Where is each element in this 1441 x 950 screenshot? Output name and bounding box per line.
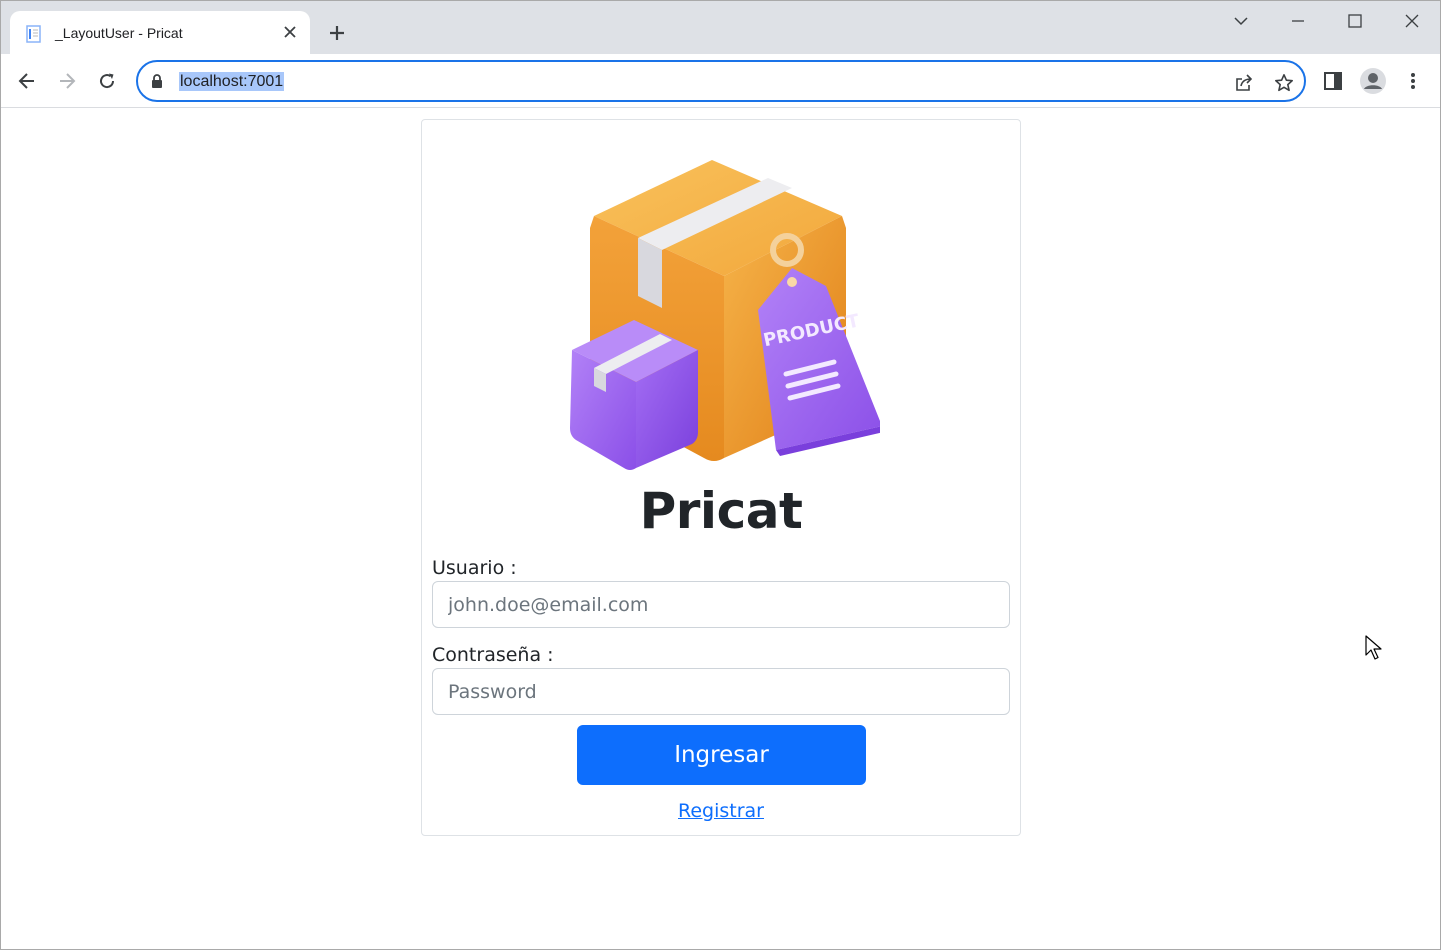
- browser-toolbar: localhost:7001: [1, 54, 1440, 108]
- username-label: Usuario :: [432, 557, 517, 579]
- lock-icon[interactable]: [151, 74, 163, 93]
- login-card: PRODUCT Pricat Usuario : Contraseña : In…: [421, 119, 1021, 836]
- tab-strip: _LayoutUser - Pricat: [1, 1, 1440, 54]
- minimize-icon[interactable]: [1283, 6, 1313, 36]
- close-icon[interactable]: [280, 22, 300, 42]
- plus-icon[interactable]: [322, 18, 352, 48]
- star-icon[interactable]: [1272, 71, 1296, 95]
- tab-title: _LayoutUser - Pricat: [55, 25, 183, 41]
- profile-icon[interactable]: [1356, 64, 1390, 98]
- kebab-menu-icon[interactable]: [1396, 64, 1430, 98]
- back-arrow-icon[interactable]: [10, 64, 44, 98]
- password-label: Contraseña :: [432, 644, 554, 666]
- product-box-logo: PRODUCT: [570, 160, 880, 470]
- tab-active[interactable]: _LayoutUser - Pricat: [10, 11, 310, 54]
- url-text[interactable]: localhost:7001: [179, 72, 285, 91]
- page-viewport: PRODUCT Pricat Usuario : Contraseña : In…: [1, 108, 1440, 949]
- address-bar[interactable]: localhost:7001: [136, 60, 1306, 102]
- register-row: Registrar: [422, 800, 1020, 822]
- register-link[interactable]: Registrar: [678, 800, 764, 822]
- window-close-icon[interactable]: [1397, 6, 1427, 36]
- login-button[interactable]: Ingresar: [577, 725, 866, 785]
- mouse-cursor-icon: [1365, 635, 1382, 660]
- maximize-icon[interactable]: [1340, 6, 1370, 36]
- forward-arrow-icon[interactable]: [50, 64, 84, 98]
- browser-window: _LayoutUser - Pricat localhost:7001 PROD…: [0, 0, 1441, 950]
- page-icon: [26, 25, 42, 43]
- side-panel-icon[interactable]: [1316, 64, 1350, 98]
- username-input[interactable]: [432, 581, 1010, 628]
- password-input[interactable]: [432, 668, 1010, 715]
- chevron-down-icon[interactable]: [1226, 6, 1256, 36]
- reload-icon[interactable]: [90, 64, 124, 98]
- brand-title: Pricat: [639, 482, 803, 540]
- share-icon[interactable]: [1232, 71, 1256, 95]
